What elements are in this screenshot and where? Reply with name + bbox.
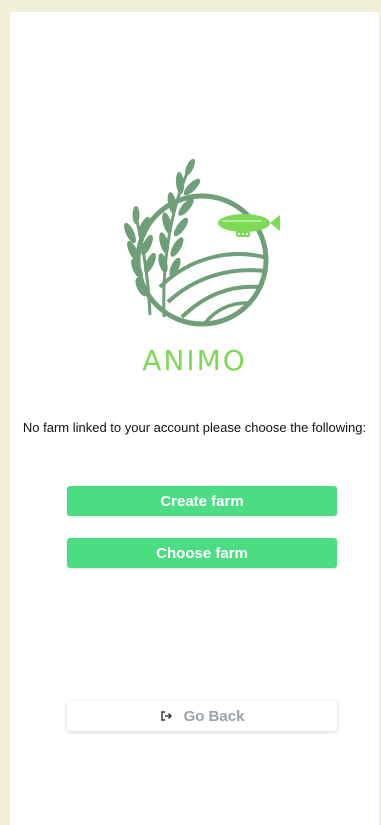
blimp-icon — [218, 214, 280, 237]
app-screen: ANIMO No farm linked to your account ple… — [10, 12, 379, 825]
no-farm-message: No farm linked to your account please ch… — [22, 420, 367, 435]
animo-logo — [110, 157, 290, 337]
brand-name: ANIMO — [142, 344, 247, 377]
go-back-button[interactable]: Go Back — [67, 701, 337, 731]
choose-farm-button[interactable]: Choose farm — [67, 538, 337, 568]
go-back-label: Go Back — [183, 707, 245, 725]
sign-out-icon — [160, 710, 172, 722]
logo-graphic — [124, 158, 280, 327]
create-farm-button[interactable]: Create farm — [67, 486, 337, 516]
